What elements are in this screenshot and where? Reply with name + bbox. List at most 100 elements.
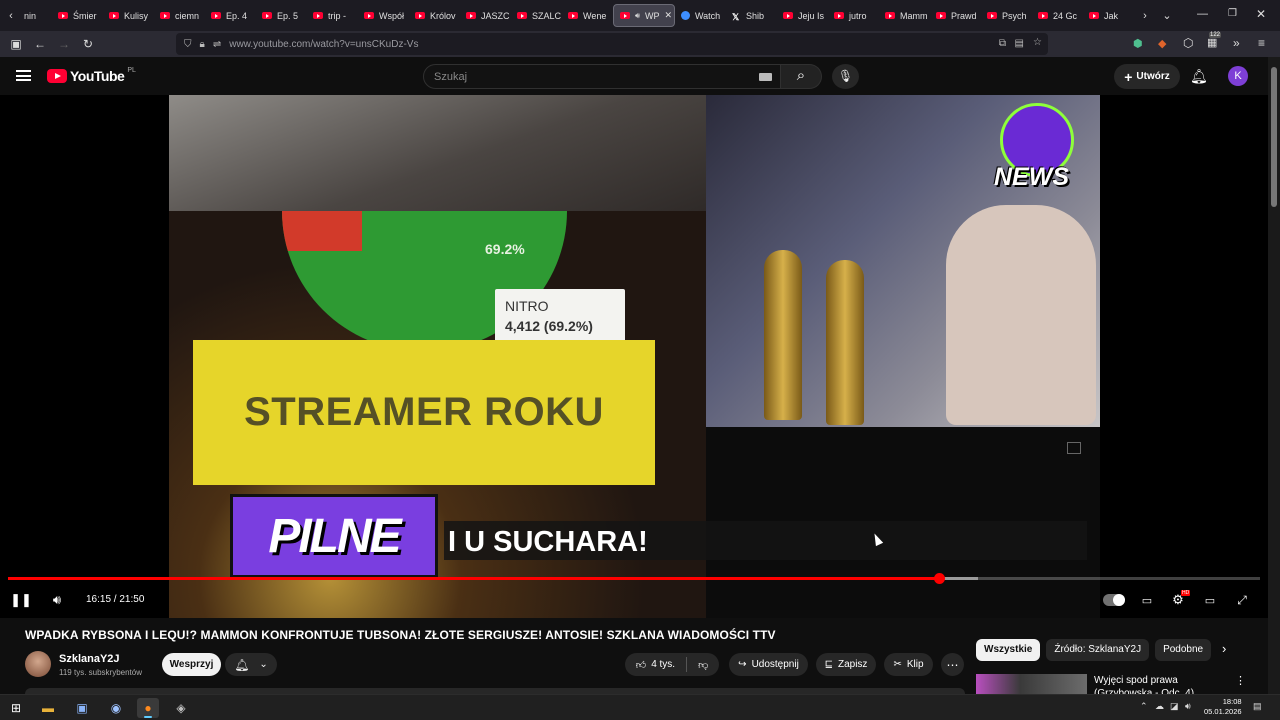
sidebar-toggle-icon[interactable]: ▣ xyxy=(4,37,28,51)
page-scrollbar[interactable] xyxy=(1268,57,1280,694)
dislike-icon[interactable]: 👎︎ xyxy=(698,659,708,671)
browser-tab[interactable]: 24 Gc xyxy=(1032,4,1083,27)
youtube-logo[interactable]: YouTube PL xyxy=(47,66,136,84)
tray-chevron-icon[interactable]: ⌃ xyxy=(1140,701,1148,712)
browser-tab[interactable]: Współ xyxy=(358,4,409,27)
recommended-thumbnail[interactable] xyxy=(976,674,1087,694)
browser-tab[interactable]: Kulisy xyxy=(103,4,154,27)
browser-tab[interactable]: 🔊︎ WP ✕ xyxy=(613,4,675,27)
lock-icon[interactable]: 🔒︎ xyxy=(200,39,205,50)
extension-shield-icon[interactable]: ⬢ xyxy=(1133,37,1143,50)
browser-tab[interactable]: Śmier xyxy=(52,4,103,27)
system-clock[interactable]: 18:08 05.01.2026 xyxy=(1204,697,1242,717)
guide-menu-icon[interactable] xyxy=(16,70,31,81)
channel-avatar[interactable] xyxy=(25,651,51,677)
channel-name[interactable]: SzklanaY2J xyxy=(59,653,120,665)
keyboard-icon[interactable] xyxy=(759,73,772,81)
save-button[interactable]: ⊑ Zapisz xyxy=(816,653,876,676)
browser-tab[interactable]: JASZC xyxy=(460,4,511,27)
scrollbar-thumb[interactable] xyxy=(1271,67,1277,207)
tab-close-icon[interactable]: ✕ xyxy=(665,10,673,21)
clip-button[interactable]: ✂ Klip xyxy=(884,653,933,676)
browser-tab[interactable]: Mamm xyxy=(879,4,930,27)
recommended-title[interactable]: Wyjęci spod prawa (Grzybowska - Odc. 4) xyxy=(1094,674,1234,694)
browser-tab[interactable]: Prawd xyxy=(930,4,981,27)
browser-tab[interactable]: jutro xyxy=(828,4,879,27)
more-actions-button[interactable]: ⋯ xyxy=(941,653,964,676)
browser-tab[interactable]: Królov xyxy=(409,4,460,27)
forward-icon[interactable]: → xyxy=(52,37,76,51)
browser-tab[interactable]: Jeju Is xyxy=(777,4,828,27)
news-logo: NEWS xyxy=(994,103,1078,203)
reload-icon[interactable]: ↻ xyxy=(76,37,100,51)
tab-audio-icon[interactable]: 🔊︎ xyxy=(635,11,640,21)
app-icon[interactable]: ◈ xyxy=(170,698,192,718)
browser-tab[interactable]: Psych xyxy=(981,4,1032,27)
volume-icon[interactable]: 🔊︎ xyxy=(46,588,68,612)
browser-tab[interactable]: trip - xyxy=(307,4,358,27)
browser-tab[interactable]: Ep. 4 xyxy=(205,4,256,27)
autoplay-toggle[interactable] xyxy=(1103,594,1125,606)
support-button[interactable]: Wesprzyj xyxy=(162,653,221,676)
tab-scroll-right-icon[interactable]: › xyxy=(1134,10,1156,22)
subtitles-icon[interactable]: ▭ xyxy=(1137,588,1157,612)
bookmark-star-icon[interactable]: ☆ xyxy=(1033,37,1042,48)
logo-region: PL xyxy=(127,66,136,74)
chip-all[interactable]: Wszystkie xyxy=(976,639,1041,661)
subscription-bell-button[interactable]: 🔔︎ ⌄ xyxy=(225,653,277,676)
control-panel-icon[interactable]: ▣ xyxy=(71,698,93,718)
file-explorer-icon[interactable]: ▬ xyxy=(37,698,59,718)
recommended-more-icon[interactable]: ⋮ xyxy=(1235,674,1246,687)
tray-volume-icon[interactable]: ◪ xyxy=(1170,701,1179,712)
voice-search-button[interactable]: 🎙︎ xyxy=(832,64,859,89)
like-count[interactable]: 4 tys. xyxy=(651,659,675,670)
like-icon[interactable]: 👍︎ xyxy=(636,659,646,671)
browser-tab[interactable]: ciemn xyxy=(154,4,205,27)
tab-scroll-left-icon[interactable]: ‹ xyxy=(0,10,22,22)
tray-network-icon[interactable]: ☁ xyxy=(1155,701,1164,712)
video-progress-bar[interactable] xyxy=(8,573,1260,584)
tab-partial[interactable]: nin xyxy=(22,4,52,27)
video-player[interactable]: 69.2% NITRO 4,412 (69.2%) STREAMER ROKU … xyxy=(0,95,1268,618)
back-icon[interactable]: ← xyxy=(28,37,52,51)
tray-speaker-icon[interactable]: 🔊︎ xyxy=(1185,701,1191,712)
tab-list-dropdown-icon[interactable]: ⌄ xyxy=(1156,9,1178,22)
create-button[interactable]: + Utwórz xyxy=(1114,64,1180,89)
youtube-favicon-icon xyxy=(885,12,895,19)
notification-center-icon[interactable]: ▤ xyxy=(1253,701,1262,712)
shield-icon[interactable]: ⛉ xyxy=(184,39,192,50)
search-input[interactable]: Szukaj xyxy=(423,64,781,89)
browser-tab[interactable]: Wene xyxy=(562,4,613,27)
restore-icon[interactable]: ❐ xyxy=(1228,8,1237,19)
reader-view-icon[interactable]: ▤ xyxy=(1015,38,1024,49)
theater-mode-icon[interactable]: ▭ xyxy=(1200,588,1220,612)
notifications-bell-icon[interactable]: 🔔︎ xyxy=(1190,68,1208,85)
minimize-icon[interactable]: — xyxy=(1197,8,1208,20)
url-bar[interactable]: ⛉ 🔒︎ ⇌ www.youtube.com/watch?v=unsCKuDz-… xyxy=(176,33,1048,55)
browser-tab[interactable]: Ep. 5 xyxy=(256,4,307,27)
browser-tab[interactable]: 𝕏 Shib xyxy=(726,4,777,27)
browser-tab[interactable]: SZALC xyxy=(511,4,562,27)
app-menu-icon[interactable]: ≡ xyxy=(1258,36,1265,50)
browser-tab[interactable]: Jak xyxy=(1083,4,1134,27)
search-button[interactable]: ⌕ xyxy=(781,64,822,89)
windows-start-icon[interactable]: ⊞ xyxy=(5,698,27,718)
chips-next-icon[interactable]: › xyxy=(1222,641,1226,656)
chip-source[interactable]: Źródło: SzklanaY2J xyxy=(1046,639,1150,661)
permissions-icon[interactable]: ⇌ xyxy=(213,39,221,50)
chip-related[interactable]: Podobne xyxy=(1155,639,1212,661)
extensions-puzzle-icon[interactable]: ⬡ xyxy=(1183,36,1193,50)
close-window-icon[interactable]: ✕ xyxy=(1256,7,1266,21)
miniplayer-icon[interactable] xyxy=(1067,442,1081,454)
picture-in-picture-icon[interactable]: ⧉ xyxy=(999,38,1006,49)
share-button[interactable]: ↪ Udostępnij xyxy=(729,653,808,676)
fullscreen-icon[interactable]: ⤢ xyxy=(1232,588,1252,612)
firefox-icon[interactable]: ● xyxy=(137,698,159,718)
url-text[interactable]: www.youtube.com/watch?v=unsCKuDz-Vs xyxy=(229,39,418,50)
extension-fox-icon[interactable]: ◆ xyxy=(1158,37,1166,50)
steam-icon[interactable]: ◉ xyxy=(105,698,127,718)
pause-icon[interactable]: ❚❚ xyxy=(10,588,32,612)
overflow-chevron-icon[interactable]: » xyxy=(1233,36,1240,50)
account-avatar[interactable]: K xyxy=(1228,66,1248,86)
browser-tab[interactable]: Watch xyxy=(675,4,726,27)
